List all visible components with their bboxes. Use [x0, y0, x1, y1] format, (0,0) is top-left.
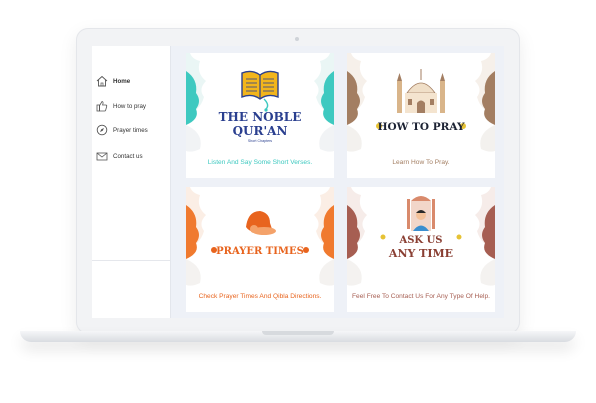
card-how-to-pray-caption: Learn How To Pray.	[392, 159, 450, 166]
card-prayer-times[interactable]: PRAYER TIMES Check Prayer Times And Qibl…	[186, 187, 334, 312]
home-icon	[95, 74, 109, 88]
card-quran-caption: Listen And Say Some Short Verses.	[207, 159, 313, 166]
person-in-mosque-icon	[407, 196, 435, 231]
envelope-icon	[95, 149, 109, 163]
card-quran-title-line1: THE NOBLE	[219, 110, 302, 124]
sidebar-item-label: Contact us	[113, 152, 143, 160]
card-ask-us-caption: Feel Free To Contact Us For Any Type Of …	[352, 293, 490, 300]
card-how-to-pray[interactable]: HOW TO PRAY Learn How To Pray.	[347, 53, 495, 178]
sidebar-item-label: How to pray	[113, 102, 147, 110]
sidebar-divider	[92, 260, 170, 261]
sidebar: Home How to pray Prayer times Contact us	[92, 46, 171, 318]
card-ask-us-title-line2: ANY TIME	[388, 247, 453, 260]
card-prayer-times-title: PRAYER TIMES	[216, 246, 304, 257]
laptop-notch	[262, 331, 334, 335]
mosque-icon	[397, 69, 445, 113]
card-prayer-times-caption: Check Prayer Times And Qibla Directions.	[198, 293, 322, 300]
card-ask-us[interactable]: ASK US ANY TIME Feel Free To Contact Us …	[347, 187, 495, 312]
card-quran-subtitle: Short Chapters	[248, 139, 272, 143]
sidebar-item-label: Home	[113, 77, 131, 85]
thumbs-up-icon	[95, 99, 109, 113]
card-quran-title-line2: QUR'AN	[233, 124, 288, 138]
book-icon	[241, 70, 279, 112]
sidebar-item-contact-us[interactable]: Contact us	[92, 147, 170, 165]
laptop-camera	[295, 37, 299, 41]
card-ask-us-title-line1: ASK US	[398, 235, 442, 246]
sidebar-item-label: Prayer times	[113, 126, 148, 134]
sidebar-item-home[interactable]: Home	[92, 72, 170, 90]
sidebar-item-how-to-pray[interactable]: How to pray	[92, 97, 170, 115]
sidebar-item-prayer-times[interactable]: Prayer times	[92, 121, 170, 139]
app-screen: Home How to pray Prayer times Contact us	[92, 46, 504, 318]
praying-figure-icon	[246, 211, 276, 235]
card-how-to-pray-title: HOW TO PRAY	[378, 121, 465, 133]
card-quran[interactable]: THE NOBLE QUR'AN Short Chapters Listen A…	[186, 53, 334, 178]
compass-icon	[95, 123, 109, 137]
